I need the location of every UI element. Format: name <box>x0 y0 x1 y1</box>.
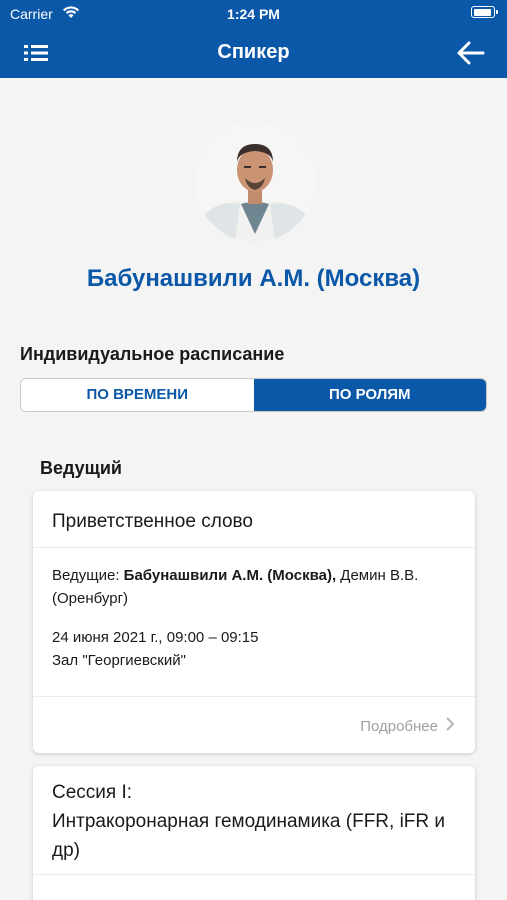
session-hosts: Ведущие: Бабунашвили А.М. (Москва), Деми… <box>52 564 457 610</box>
page-title: Спикер <box>217 41 290 63</box>
session-info: Ведущие: Бабунашвили А.М. (Москва), Деми… <box>52 564 457 672</box>
chevron-right-icon <box>446 717 455 735</box>
session-title-line: Интракоронарная гемодинамика (FFR, iFR и… <box>52 811 446 861</box>
role-section-label: Ведущий <box>40 458 122 478</box>
speaker-content[interactable]: Бабунашвили А.М. (Москва) Индивидуальное… <box>0 78 507 900</box>
hosts-prefix: Ведущие: <box>52 567 124 584</box>
details-link[interactable]: Подробнее <box>360 717 455 735</box>
hosts-highlighted: Бабунашвили А.М. (Москва), <box>123 567 337 584</box>
session-hall: Зал "Георгиевский" <box>52 652 186 669</box>
session-card[interactable]: Сессия I: Интракоронарная гемодинамика (… <box>33 766 475 900</box>
status-bar: Carrier 1:24 PM <box>0 0 507 28</box>
session-title: Приветственное слово <box>52 511 254 532</box>
schedule-heading: Индивидуальное расписание <box>20 344 285 364</box>
card-divider <box>33 547 475 548</box>
session-title-line: Сессия I: <box>52 782 133 803</box>
tab-by-roles[interactable]: ПО РОЛЯМ <box>253 379 486 411</box>
battery-icon <box>471 6 498 18</box>
speaker-name: Бабунашвили А.М. (Москва) <box>86 265 421 292</box>
session-title: Сессия I: Интракоронарная гемодинамика (… <box>52 778 452 865</box>
navigation-bar: Спикер <box>0 28 507 78</box>
tab-by-time[interactable]: ПО ВРЕМЕНИ <box>21 379 254 411</box>
schedule-mode-segmented-control: ПО ВРЕМЕНИ ПО РОЛЯМ <box>20 378 487 412</box>
session-card[interactable]: Приветственное слово Ведущие: Бабунашвил… <box>33 491 475 753</box>
arrow-left-icon[interactable] <box>455 38 487 68</box>
clock: 1:24 PM <box>227 6 280 22</box>
details-label: Подробнее <box>360 718 438 735</box>
card-divider <box>33 874 475 875</box>
speaker-avatar <box>195 122 315 242</box>
card-divider <box>33 696 475 697</box>
session-datetime: 24 июня 2021 г., 09:00 – 09:15 <box>52 629 259 646</box>
